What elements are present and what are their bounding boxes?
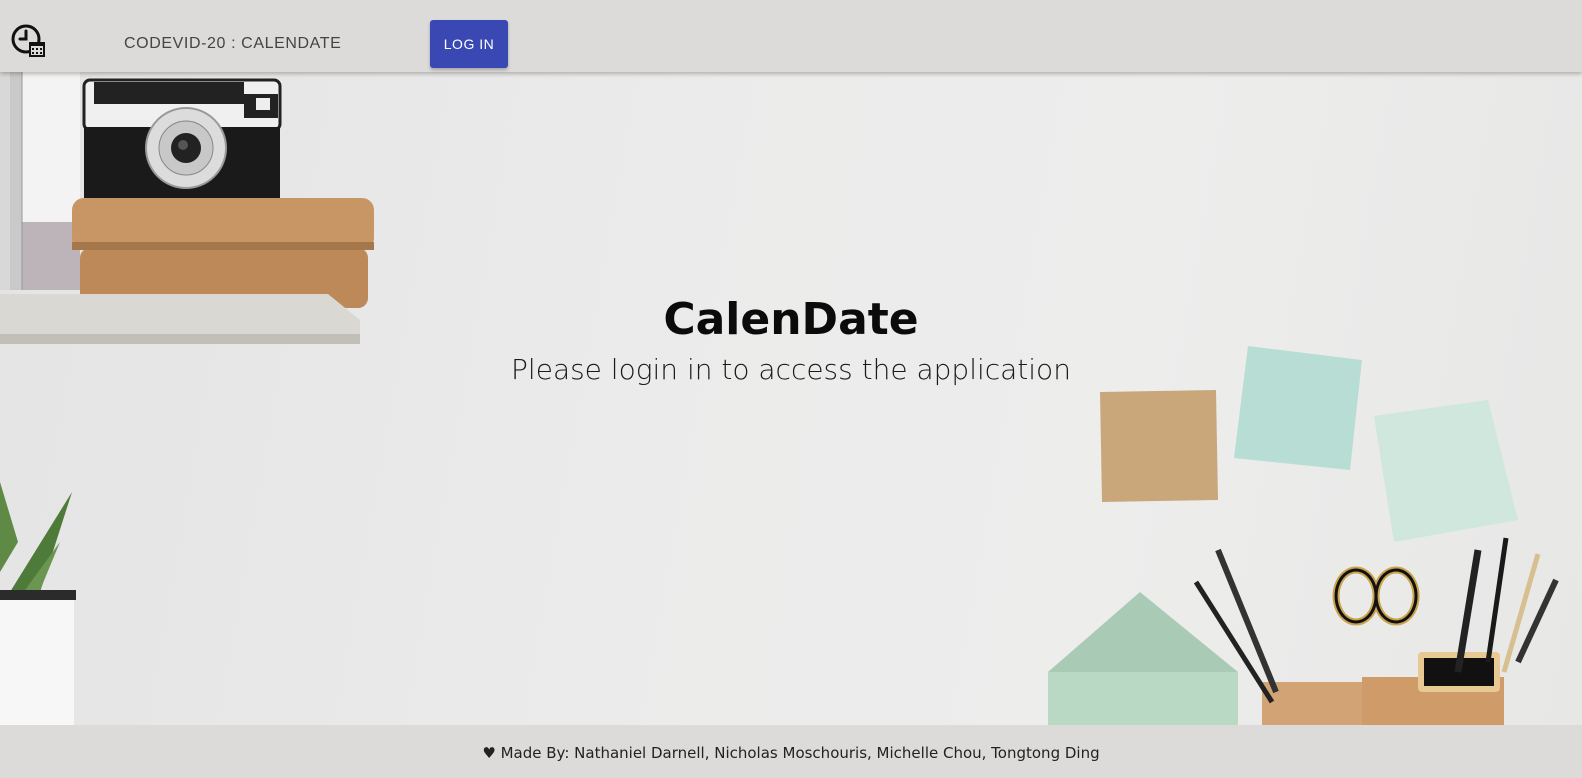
plant-illustration bbox=[0, 482, 76, 725]
app-title: CODEVID-20 : CALENDATE bbox=[124, 35, 342, 52]
app-header: CODEVID-20 : CALENDATE LOG IN bbox=[0, 0, 1582, 72]
cork-box-illustration bbox=[72, 198, 374, 308]
hero-title: CalenDate bbox=[663, 294, 919, 345]
app-footer: ♥ Made By: Nathaniel Darnell, Nicholas M… bbox=[0, 725, 1582, 778]
clock-calendar-icon[interactable] bbox=[11, 24, 45, 58]
footer-credits: ♥ Made By: Nathaniel Darnell, Nicholas M… bbox=[482, 744, 1100, 762]
books-illustration bbox=[0, 72, 80, 290]
hero-background-image bbox=[0, 72, 1559, 725]
camera-illustration bbox=[82, 78, 282, 202]
hero-subtitle: Please login in to access the applicatio… bbox=[511, 353, 1071, 386]
login-button[interactable]: LOG IN bbox=[430, 20, 508, 68]
hero-section: CalenDate Please login in to access the … bbox=[0, 72, 1582, 725]
desk-items-illustration bbox=[1048, 537, 1559, 725]
